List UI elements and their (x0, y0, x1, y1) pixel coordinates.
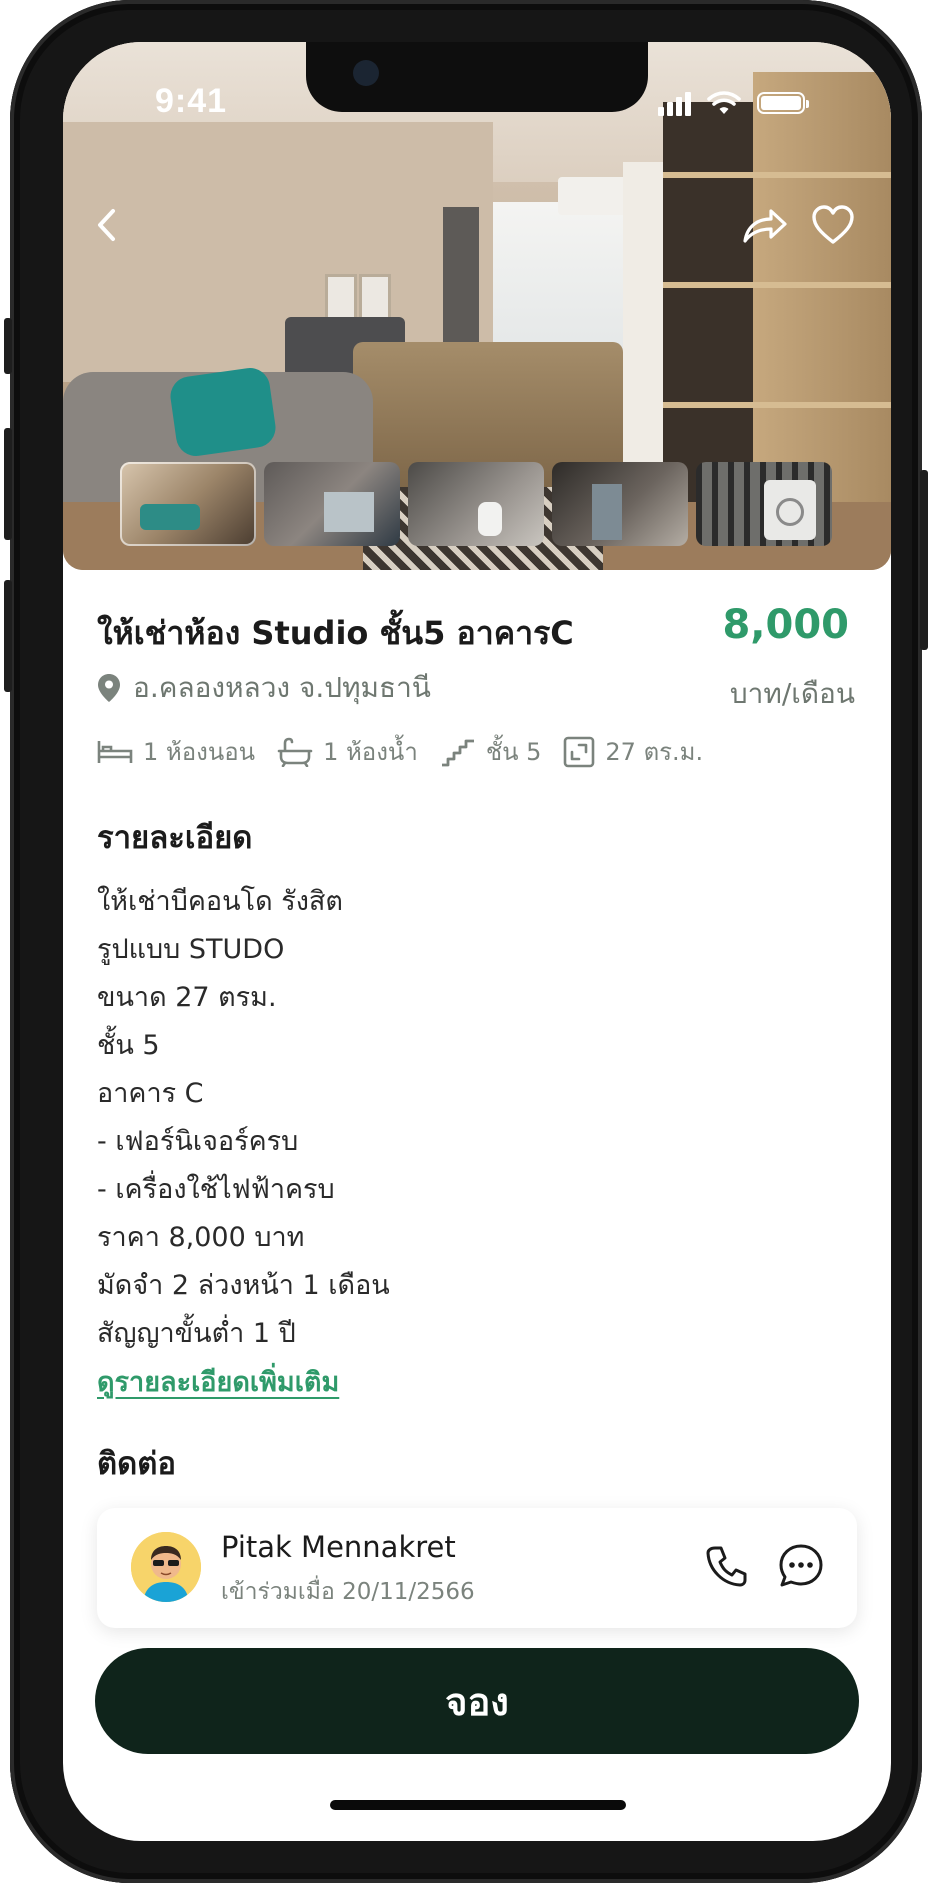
spec-area: 27 ตร.ม. (563, 732, 703, 771)
wifi-icon (707, 91, 741, 114)
listing-location: อ.คลองหลวง จ.ปทุมธานี (97, 666, 431, 710)
app-screen: 9:41 ให้เช่าห้อง Studio ชั้น5 อาคารC 8,0… (63, 42, 891, 1841)
thumbnail-strip (120, 462, 832, 546)
back-arrow-icon (98, 209, 115, 241)
spec-label: 27 ตร.ม. (605, 738, 704, 766)
back-button[interactable] (81, 200, 131, 250)
heart-icon (812, 205, 854, 244)
share-button[interactable] (737, 200, 793, 250)
details-line: มัดจำ 2 ล่วงหน้า 1 เดือน (97, 1270, 390, 1301)
details-line: สัญญาขั้นต่ำ 1 ปี (97, 1318, 296, 1349)
call-button[interactable] (703, 1542, 751, 1590)
details-line: ราคา 8,000 บาท (97, 1222, 305, 1253)
see-more-details-link[interactable]: ดูรายละเอียดเพิ่มเติม (97, 1360, 339, 1403)
avatar-image (131, 1532, 201, 1602)
thumbnail-2[interactable] (264, 462, 400, 546)
area-icon (564, 736, 595, 767)
room-photo[interactable] (63, 42, 891, 570)
mute-switch (4, 318, 12, 374)
details-line: - เฟอร์นิเจอร์ครบ (97, 1126, 299, 1157)
spec-bedrooms: 1 ห้องนอน (97, 732, 255, 771)
listing-specs: 1 ห้องนอน 1 ห้องน้ำ ชั้น 5 27 ตร.ม. (97, 732, 703, 771)
chat-icon (779, 1544, 823, 1587)
listing-price: 8,000 (722, 602, 849, 648)
photo-shelf-line (663, 172, 891, 178)
share-icon (743, 209, 787, 243)
favorite-button[interactable] (808, 200, 858, 250)
details-line: อาคาร C (97, 1078, 204, 1109)
thumbnail-1[interactable] (120, 462, 256, 546)
details-line: รูปแบบ STUDO (97, 934, 285, 965)
spec-label: 1 ห้องนอน (143, 738, 256, 766)
battery-icon (757, 92, 809, 114)
photo-pillow (167, 365, 279, 459)
listing-title: ให้เช่าห้อง Studio ชั้น5 อาคารC (97, 614, 574, 652)
price-unit: บาท/เดือน (729, 677, 855, 710)
volume-up-button (4, 428, 12, 540)
details-line: ขนาด 27 ตรม. (97, 982, 277, 1013)
signal-icon (658, 90, 691, 116)
photo-shelf-line (663, 402, 891, 408)
location-text: อ.คลองหลวง จ.ปทุมธานี (133, 671, 431, 704)
stairs-icon (441, 739, 474, 766)
volume-down-button (4, 580, 12, 692)
contact-joined-date: เข้าร่วมเมื่อ 20/11/2566 (221, 1579, 475, 1605)
spec-bathrooms: 1 ห้องน้ำ (277, 732, 418, 771)
status-icons (658, 90, 809, 116)
status-time: 9:41 (155, 82, 228, 120)
photo-shelf-line (663, 282, 891, 288)
home-indicator[interactable] (330, 1800, 626, 1810)
thumbnail-4[interactable] (552, 462, 688, 546)
front-camera (353, 60, 379, 86)
book-button[interactable]: จอง (95, 1648, 859, 1754)
details-heading: รายละเอียด (97, 820, 253, 856)
spec-floor: ชั้น 5 (440, 732, 542, 771)
phone-frame: 9:41 ให้เช่าห้อง Studio ชั้น5 อาคารC 8,0… (4, 0, 928, 1883)
power-button (920, 470, 928, 650)
bed-icon (97, 740, 133, 763)
thumbnail-5[interactable] (696, 462, 832, 546)
thumbnail-3[interactable] (408, 462, 544, 546)
spec-label: 1 ห้องน้ำ (323, 738, 418, 766)
phone-icon (706, 1546, 747, 1587)
details-line: - เครื่องใช้ไฟฟ้าครบ (97, 1174, 335, 1205)
avatar (131, 1532, 201, 1602)
contact-heading: ติดต่อ (97, 1446, 177, 1482)
details-line: ชั้น 5 (97, 1030, 160, 1061)
details-line: ให้เช่าบีคอนโด รังสิต (97, 886, 343, 917)
chat-button[interactable] (777, 1542, 825, 1590)
details-description: ให้เช่าบีคอนโด รังสิต รูปแบบ STUDO ขนาด … (97, 878, 390, 1358)
location-pin-icon (98, 674, 120, 702)
bathtub-icon (277, 737, 313, 767)
contact-name: Pitak Mennakret (221, 1530, 456, 1564)
contact-card: Pitak Mennakret เข้าร่วมเมื่อ 20/11/2566 (97, 1508, 857, 1628)
spec-label: ชั้น 5 (485, 738, 542, 766)
